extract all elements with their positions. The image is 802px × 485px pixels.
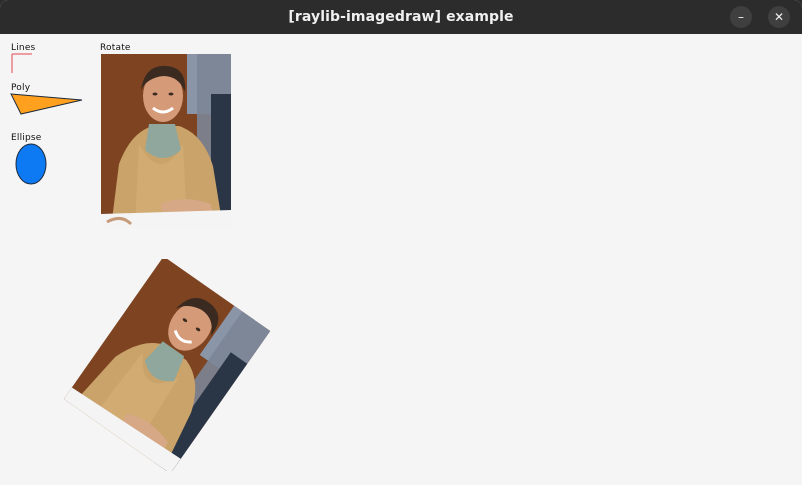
rotate-label: Rotate <box>100 43 131 53</box>
close-button[interactable]: ✕ <box>768 6 790 28</box>
poly-triangle <box>10 93 83 115</box>
lines-drawing <box>11 53 32 73</box>
ellipse-shape <box>15 143 47 185</box>
minimize-icon: – <box>738 10 744 24</box>
title-bar[interactable]: [raylib-imagedraw] example – ✕ <box>0 0 802 34</box>
lines-label: Lines <box>11 43 36 53</box>
photo-rotated <box>63 259 271 471</box>
app-window: [raylib-imagedraw] example – ✕ Lines Pol… <box>0 0 802 485</box>
render-canvas: Lines Poly Ellipse Rotate <box>1 34 801 484</box>
close-icon: ✕ <box>773 10 785 24</box>
minimize-button[interactable]: – <box>730 6 752 28</box>
window-title: [raylib-imagedraw] example <box>288 9 514 25</box>
poly-drawing <box>10 93 83 115</box>
ellipse-label: Ellipse <box>11 133 42 143</box>
photo-original <box>101 54 231 228</box>
ellipse-drawing <box>15 143 47 185</box>
